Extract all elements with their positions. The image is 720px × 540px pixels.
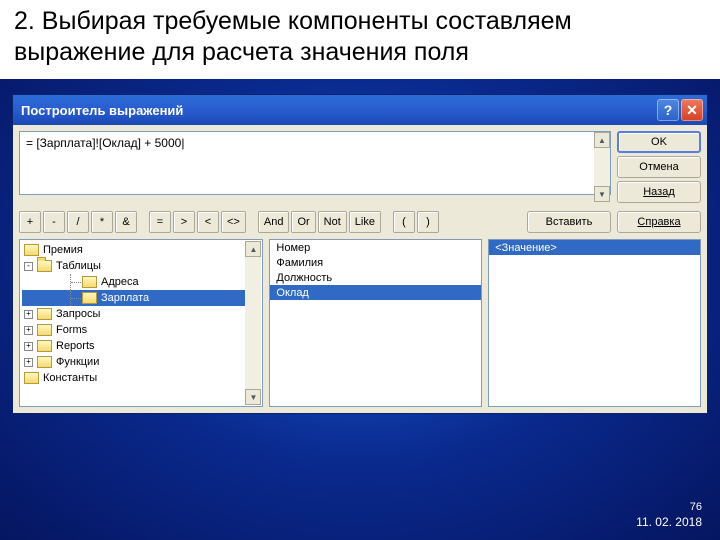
operator-[interactable]: < xyxy=(197,211,219,233)
list-item[interactable]: Номер xyxy=(270,240,481,255)
date: 11. 02. 2018 xyxy=(636,515,702,530)
help-icon[interactable]: ? xyxy=(657,99,679,121)
page-number: 76 xyxy=(636,501,702,515)
expression-builder-window: Построитель выражений ? ✕ = [Зарплата]![… xyxy=(12,94,708,414)
expand-icon[interactable]: + xyxy=(24,342,33,351)
folder-icon xyxy=(24,244,39,256)
scroll-up-icon[interactable]: ▲ xyxy=(594,132,610,148)
tree-item-label: Reports xyxy=(56,340,95,352)
folder-icon xyxy=(37,356,52,368)
operator-or[interactable]: Or xyxy=(291,211,315,233)
tree-item[interactable]: Константы xyxy=(22,370,260,386)
footer: 76 11. 02. 2018 xyxy=(636,501,702,530)
expand-icon[interactable]: + xyxy=(24,358,33,367)
tree-item-label: Таблицы xyxy=(56,260,101,272)
expand-icon[interactable]: + xyxy=(24,326,33,335)
values-list[interactable]: <Значение> xyxy=(488,239,701,407)
slide-heading: 2. Выбирая требуемые компоненты составля… xyxy=(0,0,720,79)
operator-[interactable]: & xyxy=(115,211,137,233)
folder-icon xyxy=(82,276,97,288)
list-item[interactable]: Оклад xyxy=(270,285,481,300)
folder-icon xyxy=(37,340,52,352)
operator-[interactable]: / xyxy=(67,211,89,233)
tree-item[interactable]: + Forms xyxy=(22,322,260,338)
tree-item-label: Константы xyxy=(43,372,97,384)
scrollbar[interactable]: ▲ ▼ xyxy=(594,132,610,202)
back-button[interactable]: Назад xyxy=(617,181,701,203)
operator-[interactable]: ) xyxy=(417,211,439,233)
tree-item[interactable]: - Таблицы xyxy=(22,258,260,274)
tree-item[interactable]: + Запросы xyxy=(22,306,260,322)
folder-icon xyxy=(82,292,97,304)
scroll-down-icon[interactable]: ▼ xyxy=(245,389,261,405)
operator-[interactable]: * xyxy=(91,211,113,233)
tree-item-label: Forms xyxy=(56,324,87,336)
scroll-down-icon[interactable]: ▼ xyxy=(594,186,610,202)
operator-[interactable]: ( xyxy=(393,211,415,233)
operator-[interactable]: = xyxy=(149,211,171,233)
folder-icon xyxy=(37,260,52,272)
categories-tree[interactable]: Премия - ТаблицыАдреса Зарплата + Запросы + For… xyxy=(19,239,263,407)
tree-item[interactable]: Адреса xyxy=(22,274,260,290)
operator-not[interactable]: Not xyxy=(318,211,347,233)
cancel-button[interactable]: Отмена xyxy=(617,156,701,178)
list-item[interactable]: Фамилия xyxy=(270,255,481,270)
tree-item-label: Адреса xyxy=(101,276,139,288)
operator-[interactable]: + xyxy=(19,211,41,233)
tree-item[interactable]: + Reports xyxy=(22,338,260,354)
operator-[interactable]: <> xyxy=(221,211,246,233)
scroll-up-icon[interactable]: ▲ xyxy=(245,241,261,257)
tree-item[interactable]: Премия xyxy=(22,242,260,258)
tree-item-label: Запросы xyxy=(56,308,100,320)
folder-icon xyxy=(37,308,52,320)
tree-item[interactable]: + Функции xyxy=(22,354,260,370)
tree-item-label: Премия xyxy=(43,244,83,256)
ok-button[interactable]: OK xyxy=(617,131,701,153)
operator-toolbar: +-/*&=><<> AndOrNotLike () xyxy=(19,211,521,233)
list-item[interactable]: Должность xyxy=(270,270,481,285)
folder-icon xyxy=(37,324,52,336)
folder-icon xyxy=(24,372,39,384)
expression-input[interactable]: = [Зарплата]![Оклад] + 5000| xyxy=(19,131,611,195)
expand-icon[interactable]: - xyxy=(24,262,33,271)
fields-list[interactable]: НомерФамилияДолжностьОклад xyxy=(269,239,482,407)
operator-and[interactable]: And xyxy=(258,211,290,233)
window-title: Построитель выражений xyxy=(21,103,183,118)
tree-item[interactable]: Зарплата xyxy=(22,290,260,306)
operator-like[interactable]: Like xyxy=(349,211,381,233)
insert-button[interactable]: Вставить xyxy=(527,211,611,233)
close-icon[interactable]: ✕ xyxy=(681,99,703,121)
tree-item-label: Зарплата xyxy=(101,292,149,304)
scrollbar[interactable]: ▲ ▼ xyxy=(245,241,261,405)
list-item[interactable]: <Значение> xyxy=(489,240,700,255)
tree-item-label: Функции xyxy=(56,356,99,368)
expand-icon[interactable]: + xyxy=(24,310,33,319)
help-button[interactable]: Справка xyxy=(617,211,701,233)
titlebar: Построитель выражений ? ✕ xyxy=(13,95,707,125)
operator-[interactable]: > xyxy=(173,211,195,233)
operator-[interactable]: - xyxy=(43,211,65,233)
